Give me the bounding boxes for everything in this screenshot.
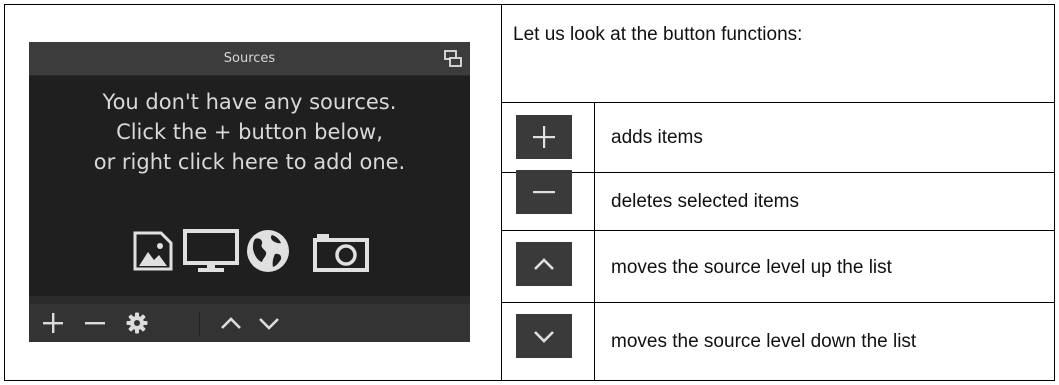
- sources-dock-header: Sources: [29, 42, 470, 75]
- camera-icon: [313, 234, 369, 272]
- table-rule-1: [501, 102, 1055, 103]
- row-text-delete: deletes selected items: [611, 191, 799, 212]
- sources-dock-title: Sources: [223, 51, 276, 66]
- move-source-down-button[interactable]: [251, 304, 287, 342]
- up-button-sample: [516, 242, 572, 286]
- undock-icon[interactable]: [444, 50, 462, 68]
- empty-message-line-3: or right click here to add one.: [93, 150, 406, 174]
- toolbar-separator: [199, 312, 200, 336]
- chevron-down-icon: [259, 318, 279, 330]
- table-divider-main: [501, 4, 502, 381]
- gear-icon: [126, 312, 148, 334]
- add-source-button[interactable]: [35, 304, 71, 342]
- globe-icon: [247, 230, 289, 272]
- table-rule-4: [501, 302, 1055, 303]
- remove-source-button[interactable]: [77, 304, 113, 342]
- minus-button-sample: [516, 170, 572, 214]
- table-rule-3: [501, 230, 1055, 231]
- row-text-add: adds items: [611, 127, 703, 148]
- chevron-down-icon: [534, 331, 554, 343]
- empty-message-line-1: You don't have any sources.: [102, 90, 397, 114]
- sources-toolbar: [29, 304, 470, 342]
- chevron-up-icon: [221, 317, 241, 329]
- table-rule-2: [501, 172, 1055, 173]
- add-icon: [43, 313, 63, 333]
- image-icon: [133, 231, 173, 271]
- down-button-sample: [516, 314, 572, 358]
- source-type-icons: [29, 226, 470, 276]
- move-source-up-button[interactable]: [213, 304, 249, 342]
- chevron-up-icon: [534, 258, 554, 270]
- plus-button-sample: [516, 115, 572, 159]
- remove-icon: [85, 322, 105, 325]
- sources-dock: Sources You don't have any sources. Clic…: [29, 42, 470, 342]
- minus-icon: [533, 191, 555, 194]
- sources-list[interactable]: You don't have any sources. Click the + …: [29, 76, 470, 296]
- source-properties-button[interactable]: [119, 304, 155, 342]
- intro-text: Let us look at the button functions:: [513, 24, 803, 45]
- empty-message-line-2: Click the + button below,: [116, 120, 383, 144]
- row-text-move-up: moves the source level up the list: [611, 257, 892, 278]
- row-text-move-down: moves the source level down the list: [611, 331, 917, 352]
- table-divider-icon-column: [594, 102, 595, 381]
- plus-icon: [533, 126, 555, 148]
- display-icon: [183, 229, 239, 272]
